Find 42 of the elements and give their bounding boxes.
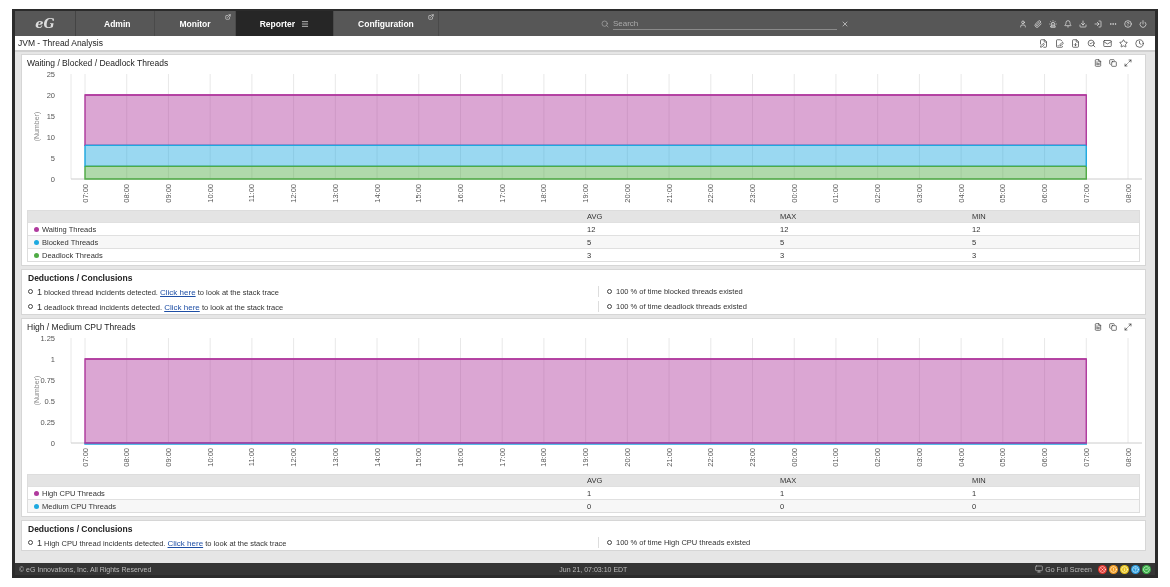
power-icon[interactable] <box>1139 19 1147 28</box>
nav-tab[interactable]: Reporter <box>235 11 335 36</box>
external-link-icon <box>427 14 434 20</box>
ok-status-icon[interactable] <box>1142 564 1151 574</box>
expand-icon[interactable] <box>1124 59 1132 67</box>
alarm-icon[interactable] <box>1049 19 1057 28</box>
stack-trace-link[interactable]: Click here <box>160 287 196 297</box>
warning-status-icon[interactable] <box>1109 564 1118 574</box>
expand-icon[interactable] <box>1124 323 1132 331</box>
page-title: JVM - Thread Analysis <box>18 38 103 48</box>
user-icon[interactable] <box>1019 19 1027 28</box>
star-icon[interactable] <box>1119 38 1128 48</box>
copy-icon[interactable] <box>1109 59 1117 67</box>
login-icon[interactable] <box>1094 19 1102 28</box>
search-icon <box>600 19 609 28</box>
copy-icon[interactable] <box>1109 323 1117 331</box>
deductions-title: Deductions / Conclusions <box>28 273 134 283</box>
panel-title: High / Medium CPU Threads <box>27 322 136 332</box>
error-status-icon[interactable] <box>1098 564 1107 574</box>
clock-icon[interactable] <box>1135 38 1144 48</box>
search-field[interactable]: Search <box>612 17 837 30</box>
search-icon[interactable] <box>1087 38 1096 48</box>
document-icon[interactable] <box>1094 323 1102 331</box>
close-icon[interactable] <box>840 19 849 28</box>
fullscreen-icon[interactable] <box>1035 565 1044 573</box>
panel-title: Waiting / Blocked / Deadlock Threads <box>27 58 169 68</box>
mail-icon[interactable] <box>1103 38 1112 48</box>
download-icon[interactable] <box>1079 19 1087 28</box>
help-icon[interactable] <box>1124 19 1132 28</box>
bell-icon[interactable] <box>1064 19 1072 28</box>
unknown-status-icon[interactable] <box>1131 564 1140 574</box>
deductions-title: Deductions / Conclusions <box>28 524 134 534</box>
document-sign-icon[interactable] <box>1055 38 1064 48</box>
document-icon[interactable] <box>1094 59 1102 67</box>
info-status-icon[interactable] <box>1120 564 1129 574</box>
document-download-icon[interactable] <box>1071 38 1080 48</box>
stack-trace-link[interactable]: Click here <box>167 538 204 548</box>
stack-trace-link[interactable]: Click here <box>164 302 200 312</box>
paperclip-icon[interactable] <box>1034 19 1042 28</box>
external-link-icon <box>224 14 231 20</box>
menu-icon[interactable] <box>301 19 310 28</box>
edit-document-icon[interactable] <box>1039 38 1048 48</box>
